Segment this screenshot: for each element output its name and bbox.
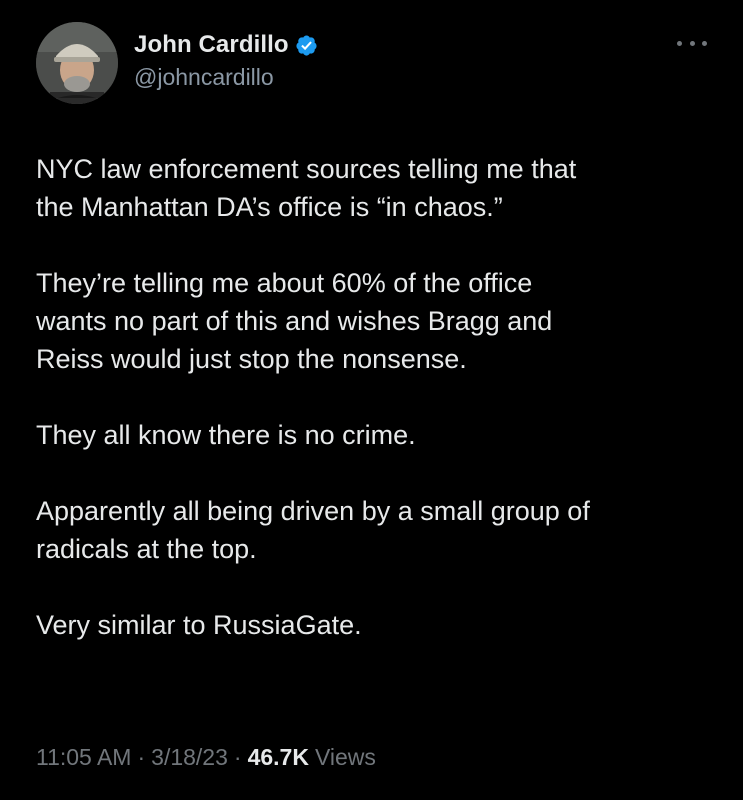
text-line: They’re telling me about 60% of the offi… <box>36 268 533 298</box>
dot <box>689 40 695 46</box>
timestamp-date[interactable]: 3/18/23 <box>151 744 228 771</box>
paragraph: They all know there is no crime. <box>36 416 716 454</box>
display-name[interactable]: John Cardillo <box>134 31 289 59</box>
separator: · <box>233 744 242 770</box>
text-line: Very similar to RussiaGate. <box>36 610 362 640</box>
text-line: Reiss would just stop the nonsense. <box>36 344 467 374</box>
paragraph: They’re telling me about 60% of the offi… <box>36 264 716 378</box>
tweet-meta: 11:05 AM · 3/18/23 · 46.7K Views <box>36 744 376 771</box>
paragraph: Apparently all being driven by a small g… <box>36 492 716 568</box>
views-count[interactable]: 46.7K <box>248 744 309 771</box>
dot <box>702 40 707 46</box>
tweet: John Cardillo @johncardillo NYC law enfo… <box>0 0 743 800</box>
text-line: NYC law enforcement sources telling me t… <box>36 154 577 184</box>
tweet-text: NYC law enforcement sources telling me t… <box>36 150 716 644</box>
verified-badge-icon <box>295 34 318 57</box>
separator: · <box>137 744 146 770</box>
paragraph: Very similar to RussiaGate. <box>36 606 716 644</box>
timestamp-time[interactable]: 11:05 AM <box>36 744 131 771</box>
name-row: John Cardillo <box>134 28 318 62</box>
text-line: the Manhattan DA’s office is “in chaos.” <box>36 192 503 222</box>
text-line: They all know there is no crime. <box>36 420 416 450</box>
author-header: John Cardillo @johncardillo <box>134 28 318 91</box>
more-options-icon[interactable] <box>677 36 707 50</box>
text-line: Apparently all being driven by a small g… <box>36 496 590 526</box>
views-label: Views <box>314 744 376 770</box>
avatar-image <box>36 22 118 104</box>
text-line: wants no part of this and wishes Bragg a… <box>36 306 553 336</box>
dot <box>677 40 682 46</box>
handle[interactable]: @johncardillo <box>134 64 318 91</box>
avatar[interactable] <box>36 22 118 104</box>
paragraph: NYC law enforcement sources telling me t… <box>36 150 716 226</box>
text-line: radicals at the top. <box>36 534 257 564</box>
